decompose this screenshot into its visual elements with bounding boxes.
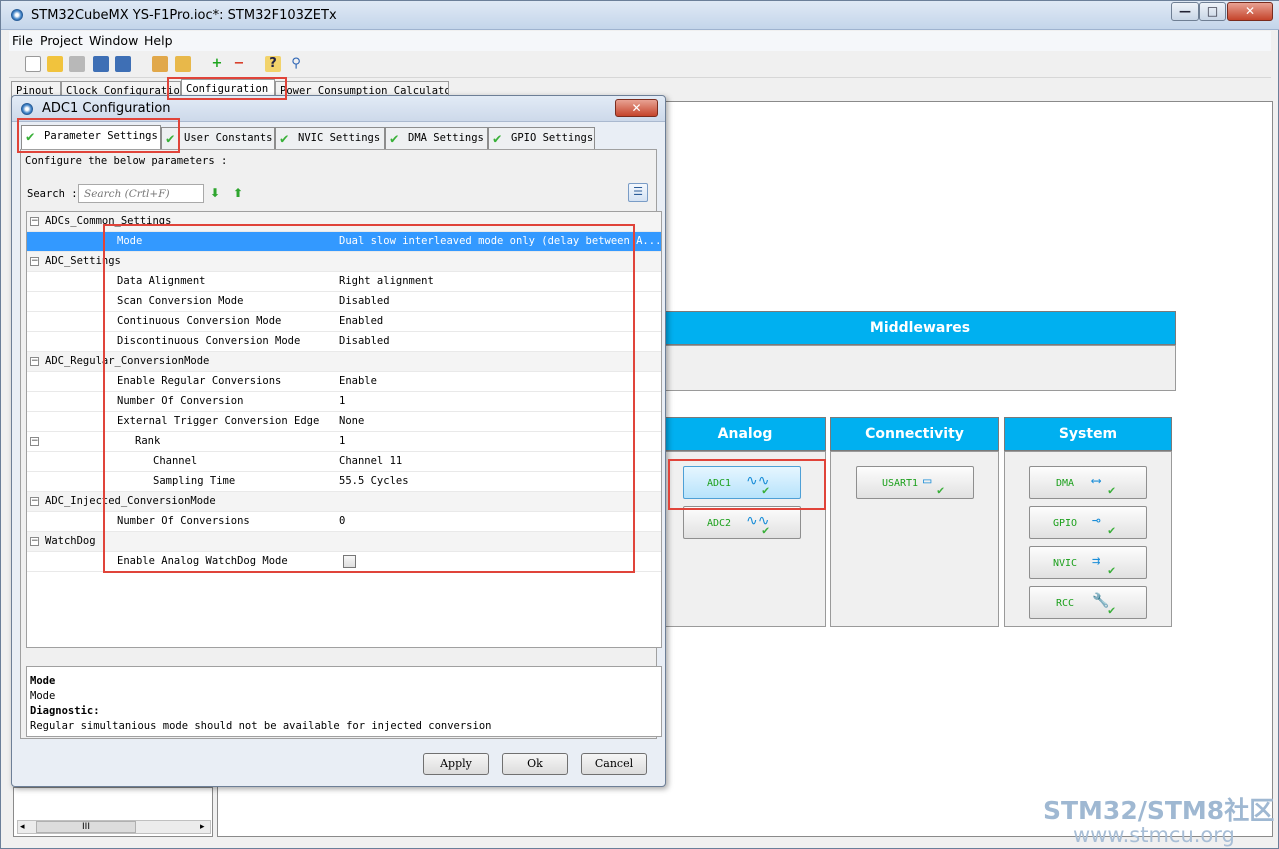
save-icon[interactable]	[93, 56, 109, 72]
check-icon: ✔	[390, 131, 399, 147]
description-text: Mode	[30, 690, 56, 702]
scroll-right-icon[interactable]: ▸	[200, 822, 205, 832]
save-as-icon[interactable]	[115, 56, 131, 72]
open-folder-icon[interactable]	[47, 56, 63, 72]
window-title: STM32CubeMX YS-F1Pro.ioc*: STM32F103ZETx	[31, 8, 337, 23]
main-titlebar: STM32CubeMX YS-F1Pro.ioc*: STM32F103ZETx…	[1, 1, 1279, 30]
middlewares-panel	[664, 345, 1176, 391]
ok-button[interactable]: Ok	[502, 753, 568, 775]
cancel-button[interactable]: Cancel	[581, 753, 647, 775]
close-button[interactable]: ✕	[1227, 2, 1273, 21]
scroll-left-icon[interactable]: ◂	[20, 822, 25, 832]
dialog-app-icon	[21, 103, 33, 115]
watermark: STM32/STM8社区 www.stmcu.org	[1043, 791, 1274, 847]
collapse-icon[interactable]: −	[30, 537, 39, 546]
menu-project[interactable]: Project	[40, 33, 83, 48]
highlight-parameter-table	[103, 224, 635, 573]
analog-header: Analog	[664, 417, 826, 451]
help-icon[interactable]: ?	[265, 56, 281, 72]
zoom-in-icon[interactable]: +	[209, 56, 225, 72]
main-window: STM32CubeMX YS-F1Pro.ioc*: STM32F103ZETx…	[0, 0, 1279, 849]
collapse-icon[interactable]: −	[30, 257, 39, 266]
highlight-parameter-settings-tab	[17, 118, 180, 153]
check-update-icon[interactable]: ⚲	[288, 56, 304, 72]
usart1-button[interactable]: USART1 ▭ ✔	[856, 466, 974, 499]
tab-label: NVIC Settings	[298, 132, 381, 144]
check-icon: ✔	[762, 523, 770, 537]
check-icon: ✔	[1108, 603, 1116, 617]
search-input[interactable]	[78, 184, 204, 203]
adc2-label: ADC2	[706, 518, 732, 529]
tab-gpio-settings[interactable]: ✔ GPIO Settings	[488, 127, 595, 149]
dma-button[interactable]: DMA ⟷ ✔	[1029, 466, 1147, 499]
menu-bar: File Project Window Help	[9, 31, 1271, 51]
system-header: System	[1004, 417, 1172, 451]
tab-dma-settings[interactable]: ✔ DMA Settings	[385, 127, 488, 149]
generate-code-icon[interactable]	[175, 56, 191, 72]
wrench-icon: 🔧	[1092, 593, 1110, 609]
copy-icon[interactable]	[69, 56, 85, 72]
menu-window[interactable]: Window	[89, 33, 138, 48]
scrollbar-thumb[interactable]: III	[36, 821, 136, 833]
check-icon: ✔	[1108, 483, 1116, 497]
serial-port-icon: ▭	[923, 473, 932, 489]
app-icon	[11, 9, 23, 21]
dialog-close-button[interactable]: ✕	[615, 99, 658, 117]
check-icon: ✔	[1108, 523, 1116, 537]
maximize-button[interactable]: □	[1199, 2, 1226, 21]
collapse-icon[interactable]: −	[30, 357, 39, 366]
middlewares-header: Middlewares	[664, 311, 1176, 345]
check-icon: ✔	[937, 483, 945, 497]
new-project-icon[interactable]	[25, 56, 41, 72]
menu-file[interactable]: File	[12, 33, 33, 48]
collapse-icon[interactable]: −	[30, 437, 39, 446]
row-group-name: WatchDog	[45, 535, 96, 547]
rcc-label: RCC	[1055, 598, 1075, 609]
dma-label: DMA	[1055, 478, 1075, 489]
description-title: Mode	[30, 675, 56, 687]
diagnostic-label: Diagnostic:	[30, 705, 100, 717]
check-icon: ✔	[493, 131, 502, 147]
gpio-label: GPIO	[1052, 518, 1078, 529]
collapse-icon[interactable]: −	[30, 497, 39, 506]
highlight-configuration-tab	[167, 77, 287, 100]
horizontal-scrollbar[interactable]: ◂ III ▸	[17, 820, 211, 834]
minimize-button[interactable]: —	[1171, 2, 1199, 21]
dma-icon: ⟷	[1092, 473, 1101, 489]
check-icon: ✔	[280, 131, 289, 147]
search-label: Search :	[27, 188, 78, 200]
nvic-label: NVIC	[1052, 558, 1078, 569]
search-previous-icon[interactable]: ⬆	[233, 186, 243, 200]
tab-label: GPIO Settings	[511, 132, 594, 144]
rcc-button[interactable]: RCC 🔧 ✔	[1029, 586, 1147, 619]
apply-button[interactable]: Apply	[423, 753, 489, 775]
tab-label: DMA Settings	[408, 132, 484, 144]
gpio-switch-icon: ⊸	[1092, 513, 1101, 529]
connectivity-header: Connectivity	[830, 417, 999, 451]
highlight-adc1-button	[668, 459, 826, 510]
search-next-icon[interactable]: ⬇	[210, 186, 220, 200]
configure-label: Configure the below parameters :	[25, 155, 228, 167]
dialog-title: ADC1 Configuration	[42, 101, 171, 116]
toolbar: + − ? ⚲	[9, 52, 1271, 78]
adc2-button[interactable]: ADC2 ∿∿ ✔	[683, 506, 801, 539]
tab-nvic-settings[interactable]: ✔ NVIC Settings	[275, 127, 385, 149]
menu-help[interactable]: Help	[144, 33, 173, 48]
collapse-icon[interactable]: −	[30, 217, 39, 226]
tab-label: User Constants	[184, 132, 273, 144]
check-icon: ✔	[1108, 563, 1116, 577]
nvic-button[interactable]: NVIC ⇉ ✔	[1029, 546, 1147, 579]
nvic-icon: ⇉	[1092, 553, 1101, 569]
description-panel: Mode Mode Diagnostic: Regular simultanio…	[26, 666, 662, 737]
expand-all-button[interactable]: ☰	[628, 183, 648, 202]
watermark-brand: STM32/STM8社区	[1043, 796, 1275, 825]
gpio-button[interactable]: GPIO ⊸ ✔	[1029, 506, 1147, 539]
generate-report-icon[interactable]	[152, 56, 168, 72]
diagnostic-text: Regular simultanious mode should not be …	[30, 720, 492, 732]
zoom-out-icon[interactable]: −	[231, 56, 247, 72]
